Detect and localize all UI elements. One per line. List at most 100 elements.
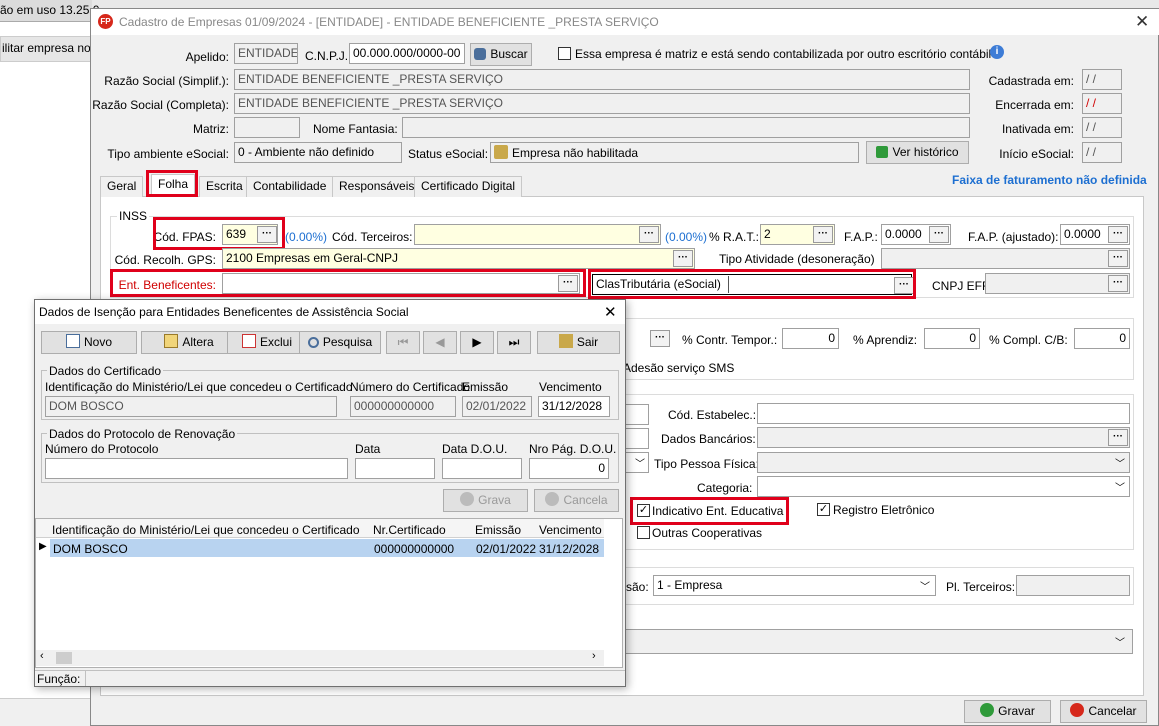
grava-button[interactable]: Grava — [443, 489, 528, 512]
sair-button[interactable]: Sair — [537, 331, 620, 354]
cnpj-efr-lookup-button[interactable]: ··· — [1108, 275, 1128, 292]
ident-field[interactable]: DOM BOSCO — [45, 396, 337, 417]
bottom-select[interactable] — [625, 629, 1133, 654]
buscar-button[interactable]: Buscar — [470, 43, 532, 66]
cancelar-button[interactable]: Cancelar — [1060, 700, 1147, 723]
bancarios-label: Dados Bancários: — [661, 432, 756, 446]
tab-responsaveis[interactable]: Responsáveis — [332, 176, 422, 197]
nav-first-button[interactable]: ⏮ — [386, 331, 420, 354]
highlight-clas-trib — [588, 269, 916, 299]
novo-button[interactable]: Novo — [41, 331, 137, 354]
razao-simpl-field[interactable]: ENTIDADE BENEFICIENTE _PRESTA SERVIÇO — [234, 69, 970, 90]
inicio-field[interactable]: / / — [1082, 142, 1122, 163]
tab-geral[interactable]: Geral — [100, 176, 144, 197]
close-icon[interactable]: ✕ — [1135, 12, 1149, 32]
hidden-field-2[interactable] — [625, 428, 649, 449]
altera-button[interactable]: Altera — [141, 331, 237, 354]
matriz-checkbox[interactable] — [558, 47, 571, 60]
bancarios-field[interactable] — [757, 427, 1130, 448]
cancela-button[interactable]: Cancela — [534, 489, 619, 512]
bottom-chevron-down-icon[interactable]: ﹀ — [1115, 634, 1125, 649]
emissao-field[interactable]: 02/01/2022 — [462, 396, 532, 417]
info-icon[interactable]: i — [990, 45, 1004, 59]
pl-terceiros-field[interactable] — [1016, 575, 1130, 596]
hidden-lookup-button[interactable]: ··· — [650, 330, 670, 347]
faixa-link[interactable]: Faixa de faturamento não definida — [952, 173, 1147, 187]
status-value: Empresa não habilitada — [512, 146, 639, 160]
data-field[interactable] — [355, 458, 435, 479]
matriz-field[interactable] — [234, 117, 300, 138]
apelido-field[interactable]: ENTIDADE — [234, 43, 298, 64]
nav-prev-button[interactable]: ◀ — [423, 331, 457, 354]
ver-historico-button[interactable]: Ver histórico — [866, 141, 969, 164]
tab-contabilidade[interactable]: Contabilidade — [246, 176, 334, 197]
tab-escrita[interactable]: Escrita — [199, 176, 250, 197]
contr-temp-field[interactable]: 0 — [782, 328, 839, 349]
terceiros-lookup-button[interactable]: ··· — [639, 226, 659, 243]
dou-field[interactable] — [442, 458, 522, 479]
check-icon — [980, 703, 995, 717]
rat-lookup-button[interactable]: ··· — [813, 226, 833, 243]
hidden-chevron-down-icon[interactable]: ﹀ — [635, 455, 645, 470]
sao-label: são: — [626, 580, 649, 594]
ident-label: Identificação do Ministério/Lei que conc… — [45, 380, 353, 394]
pesquisa-button[interactable]: Pesquisa — [299, 331, 381, 354]
terceiros-field[interactable] — [414, 224, 661, 245]
gps-lookup-button[interactable]: ··· — [673, 250, 693, 267]
tipo-pf-select[interactable] — [757, 452, 1130, 473]
grid-header-cert[interactable]: Nr.Certificado — [373, 523, 446, 537]
encerrada-field[interactable]: / / — [1082, 93, 1122, 114]
outras-coop-checkbox[interactable] — [637, 526, 650, 539]
cadastrada-field[interactable]: / / — [1082, 69, 1122, 90]
exclui-button[interactable]: Exclui — [227, 331, 307, 354]
cnpj-field[interactable]: 00.000.000/0000-00 — [349, 43, 465, 64]
inicio-label: Início eSocial: — [999, 147, 1074, 161]
fap-lookup-button[interactable]: ··· — [929, 226, 949, 243]
razao-comp-field[interactable]: ENTIDADE BENEFICIENTE _PRESTA SERVIÇO — [234, 93, 970, 114]
outras-coop-label: Outras Cooperativas — [652, 526, 763, 540]
fapaj-lookup-button[interactable]: ··· — [1108, 226, 1128, 243]
status-label: Status eSocial: — [408, 147, 489, 161]
delete-icon — [241, 334, 256, 348]
estab-field[interactable] — [757, 403, 1130, 424]
empresa-chevron-down-icon[interactable]: ﹀ — [920, 578, 930, 593]
cnpj-label: C.N.P.J.: — [305, 49, 352, 63]
num-prot-field[interactable] — [45, 458, 348, 479]
categoria-select[interactable] — [757, 476, 1130, 497]
grid-header-venc[interactable]: Vencimento — [539, 523, 602, 537]
gravar-button[interactable]: Gravar — [964, 700, 1051, 723]
grid-header-ident[interactable]: Identificação do Ministério/Lei que conc… — [52, 523, 360, 537]
tipo-amb-field[interactable]: 0 - Ambiente não definido — [234, 142, 402, 163]
num-cert-field[interactable]: 000000000000 — [350, 396, 456, 417]
nav-last-button[interactable]: ⏭ — [497, 331, 531, 354]
compl-field[interactable]: 0 — [1074, 328, 1130, 349]
bancarios-lookup-button[interactable]: ··· — [1108, 429, 1128, 446]
tipo-ativ-field[interactable] — [881, 248, 1130, 269]
hidden-field-1[interactable] — [625, 404, 649, 425]
venc-field[interactable]: 31/12/2028 — [538, 396, 610, 417]
nav-next-button[interactable]: ▶ — [460, 331, 494, 354]
pl-terceiros-label: Pl. Terceiros: — [946, 580, 1016, 594]
aprendiz-field[interactable]: 0 — [924, 328, 980, 349]
grid-hscrollbar[interactable] — [36, 650, 604, 666]
check-icon-disabled — [460, 492, 475, 506]
grava-label: Grava — [478, 493, 511, 507]
inativada-field[interactable]: / / — [1082, 117, 1122, 138]
pag-field[interactable]: 0 — [529, 458, 609, 479]
fpas-pct: (0.00%) — [285, 230, 328, 244]
reg-elet-checkbox[interactable]: ✓ — [817, 503, 830, 516]
empresa-select[interactable]: 1 - Empresa — [653, 575, 936, 596]
grid-header-emissao[interactable]: Emissão — [475, 523, 521, 537]
tipo-ativ-lookup-button[interactable]: ··· — [1108, 250, 1128, 267]
tipo-pf-chevron-down-icon[interactable]: ﹀ — [1115, 455, 1125, 470]
dialog-close-icon[interactable]: ✕ — [604, 303, 617, 321]
highlight-ind-educ — [630, 497, 789, 525]
status-field[interactable]: Empresa não habilitada — [490, 142, 859, 163]
gps-field[interactable]: 2100 Empresas em Geral-CNPJ — [222, 248, 695, 269]
scroll-left-icon[interactable]: ‹ — [40, 650, 44, 662]
tab-certificado[interactable]: Certificado Digital — [414, 176, 523, 197]
fantasia-field[interactable] — [402, 117, 970, 138]
categoria-chevron-down-icon[interactable]: ﹀ — [1115, 479, 1125, 494]
scroll-right-icon[interactable]: › — [592, 650, 596, 662]
scroll-thumb[interactable] — [56, 652, 72, 664]
